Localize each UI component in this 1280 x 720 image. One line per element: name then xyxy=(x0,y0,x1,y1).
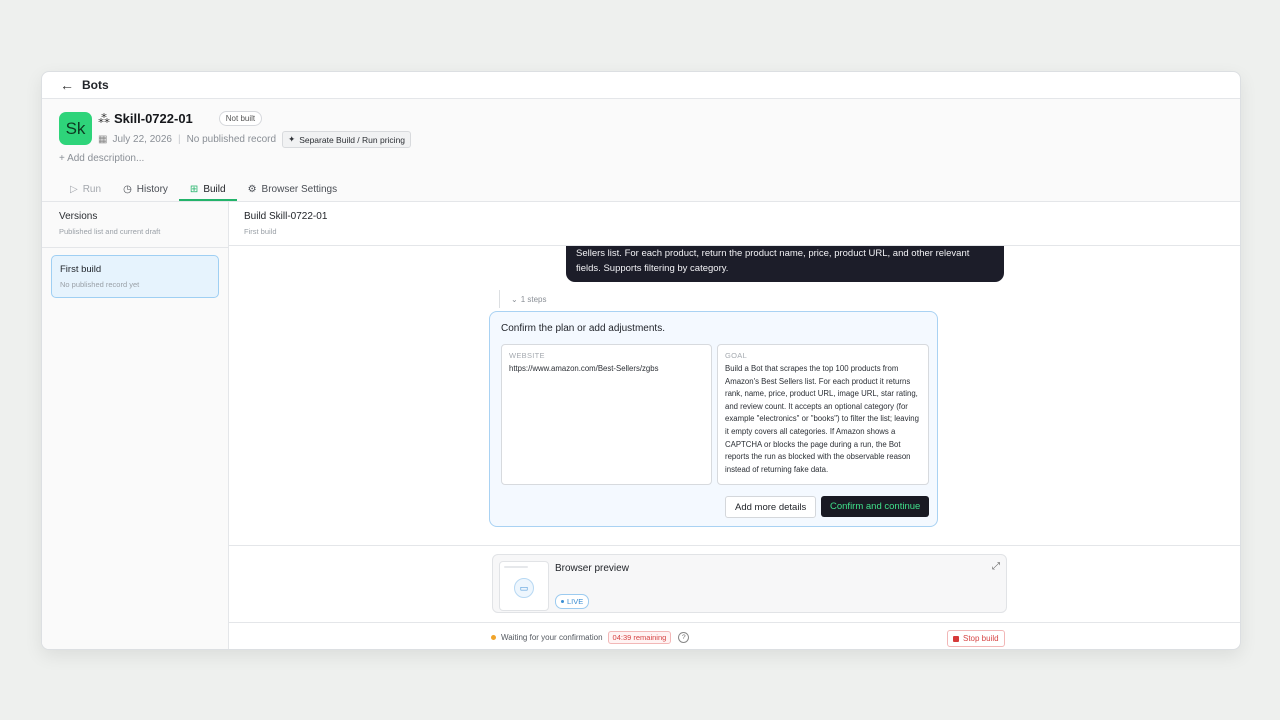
help-icon[interactable]: ? xyxy=(678,632,690,643)
meta-separator: | xyxy=(177,134,181,145)
back-button[interactable]: ← Bots xyxy=(60,78,109,92)
pricing-label: Separate Build / Run pricing xyxy=(299,134,406,145)
pricing-tag[interactable]: ✦ Separate Build / Run pricing xyxy=(282,131,412,148)
page-title: Skill-0722-01 xyxy=(114,111,193,126)
preview-title: Browser preview xyxy=(555,563,629,574)
preview-thumbnail[interactable]: ▭ xyxy=(499,561,549,611)
monitor-icon: ▭ xyxy=(514,578,534,598)
top-bar: ← Bots xyxy=(42,72,1240,99)
goal-field[interactable]: GOAL Build a Bot that scrapes the top 10… xyxy=(717,344,929,485)
plan-confirmation-card: Confirm the plan or add adjustments. WEB… xyxy=(489,311,938,527)
tab-label: History xyxy=(136,184,168,195)
tab-build[interactable]: ⊞ Build xyxy=(178,178,237,201)
meta-row: ▦ July 22, 2026 | No published record ✦ … xyxy=(98,131,412,148)
website-label: WEBSITE xyxy=(509,351,545,360)
goal-label: GOAL xyxy=(725,351,748,360)
arrow-left-icon: ← xyxy=(60,77,74,93)
confirm-and-continue-button[interactable]: Confirm and continue xyxy=(821,496,930,517)
gear-icon: ⚙ xyxy=(247,184,257,195)
steps-toggle[interactable]: ⌄ 1 steps xyxy=(499,290,547,308)
live-badge: LIVE xyxy=(555,594,590,609)
tab-history[interactable]: ◷ History xyxy=(112,178,179,201)
website-value: https://www.amazon.com/Best-Sellers/zgbs xyxy=(509,364,659,373)
tab-run[interactable]: ▷ Run xyxy=(59,178,112,201)
browser-preview-card: ▭ Browser preview LIVE ⤢ xyxy=(492,554,1007,613)
divider xyxy=(229,545,1240,546)
goal-value: Build a Bot that scrapes the top 100 pro… xyxy=(725,364,919,474)
plan-prompt: Confirm the plan or add adjustments. xyxy=(501,323,665,334)
version-name: First build xyxy=(60,264,102,275)
tab-label: Build xyxy=(203,184,226,195)
tab-label: Browser Settings xyxy=(261,184,338,195)
live-label: LIVE xyxy=(567,597,584,606)
chevron-down-icon: ⌄ xyxy=(511,294,518,304)
calendar-icon: ▦ xyxy=(98,134,108,145)
build-status: Waiting for your confirmation 04:39 rema… xyxy=(491,631,690,644)
live-dot-icon xyxy=(561,600,564,603)
user-message-bubble: Sellers list. For each product, return t… xyxy=(566,246,1004,282)
tab-label: Run xyxy=(82,184,102,195)
tab-bar: ▷ Run ◷ History ⊞ Build ⚙ Browser Settin… xyxy=(59,178,348,201)
status-text: Waiting for your confirmation xyxy=(501,633,603,642)
build-title: Build Skill-0722-01 xyxy=(244,211,328,222)
stop-build-button[interactable]: Stop build xyxy=(947,630,1005,647)
website-field[interactable]: WEBSITE https://www.amazon.com/Best-Sell… xyxy=(501,344,712,485)
divider xyxy=(229,622,1240,623)
clock-icon: ◷ xyxy=(123,184,132,195)
time-remaining-badge: 04:39 remaining xyxy=(607,631,672,644)
back-label: Bots xyxy=(82,78,109,92)
stop-icon xyxy=(953,635,959,642)
play-icon: ▷ xyxy=(70,184,78,195)
tab-browser-settings[interactable]: ⚙ Browser Settings xyxy=(237,178,349,201)
sidebar-subtitle: Published list and current draft xyxy=(59,227,161,236)
sparkle-icon: ⁂ xyxy=(98,111,110,126)
add-description-link[interactable]: + Add description... xyxy=(59,153,144,164)
created-date: July 22, 2026 xyxy=(112,134,172,145)
status-badge: Not built xyxy=(218,111,263,126)
status-dot-icon xyxy=(491,635,496,640)
stop-label: Stop build xyxy=(963,634,999,643)
version-item-first-build[interactable]: First build No published record yet xyxy=(51,255,219,298)
version-sub: No published record yet xyxy=(60,280,140,289)
build-icon: ⊞ xyxy=(189,184,199,195)
record-status: No published record xyxy=(186,134,277,145)
steps-label: 1 steps xyxy=(520,294,547,304)
avatar: Sk xyxy=(59,112,92,145)
expand-icon[interactable]: ⤢ xyxy=(992,561,1000,572)
message-line: Sellers list. For each product, return t… xyxy=(576,248,970,259)
build-panel: Build Skill-0722-01 First build Sellers … xyxy=(229,202,1240,649)
sidebar-title: Versions xyxy=(59,211,98,222)
bot-header: Sk ⁂ Skill-0722-01 Not built ▦ July 22, … xyxy=(42,99,1240,202)
sparkle-icon: ✦ xyxy=(288,134,296,144)
versions-sidebar: Versions Published list and current draf… xyxy=(42,202,229,649)
app-window: ← Bots Sk ⁂ Skill-0722-01 Not built ▦ Ju… xyxy=(41,71,1241,650)
build-subtitle: First build xyxy=(244,227,277,236)
thumbnail-bar xyxy=(504,566,528,568)
message-line: fields. Supports filtering by category. xyxy=(576,263,729,274)
add-more-details-button[interactable]: Add more details xyxy=(725,496,817,518)
